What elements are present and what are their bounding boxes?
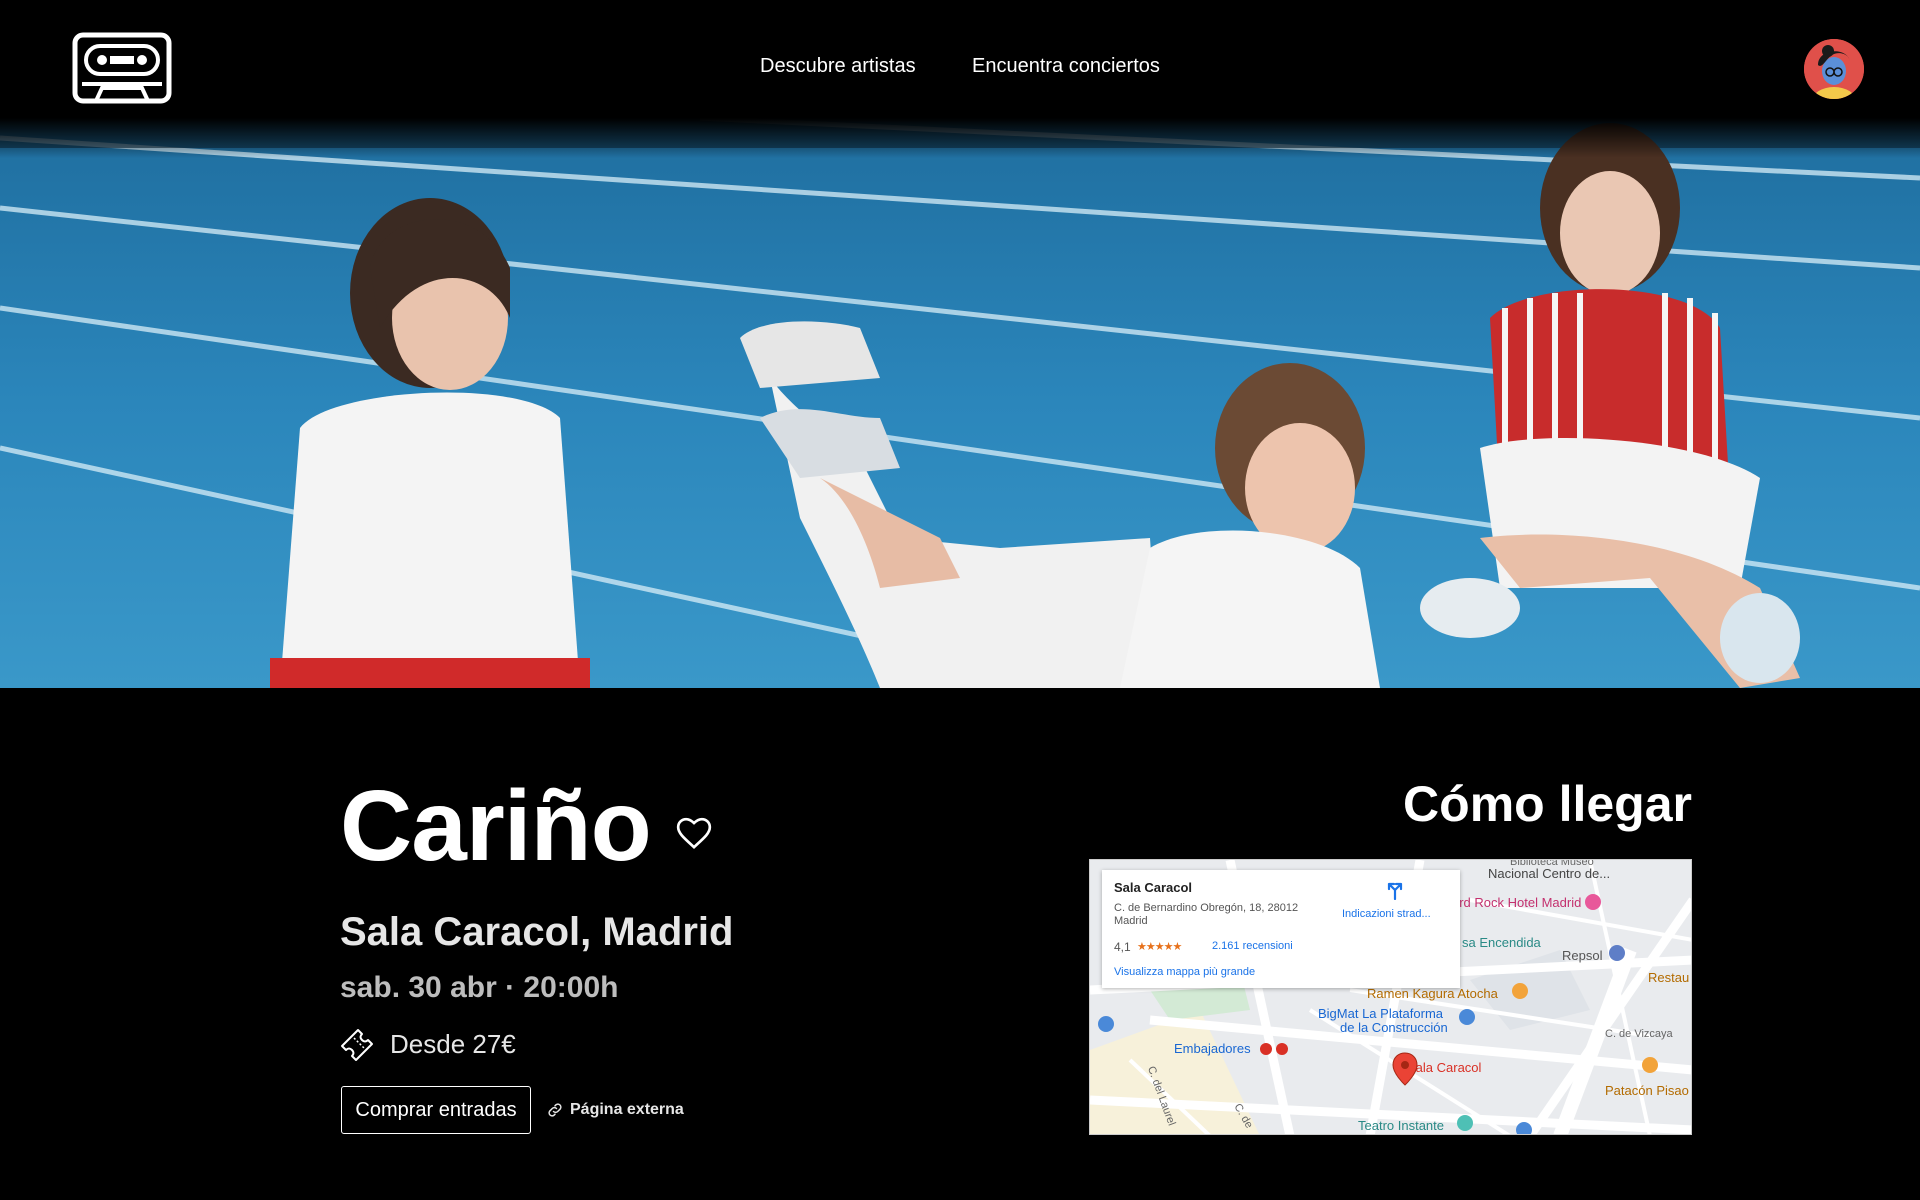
embedded-map[interactable]: Biblioteca Museo Nacional Centro de... a… xyxy=(1089,859,1692,1135)
map-label-restau: Restau xyxy=(1648,970,1690,985)
event-datetime: sab. 30 abr · 20:00h xyxy=(340,971,619,1004)
star-rating-icon: ★★★★★ xyxy=(1137,941,1182,953)
band-photo xyxy=(0,118,1920,688)
directions-icon[interactable] xyxy=(1385,880,1405,901)
map-label-sala-caracol: Sala Caracol xyxy=(1407,1060,1482,1075)
map-directions-link[interactable]: Indicazioni strad... xyxy=(1342,908,1431,920)
map-reviews-link[interactable]: 2.161 recensioni xyxy=(1212,940,1293,952)
map-label-patacon: Patacón Pisao xyxy=(1605,1083,1689,1098)
map-label-casa: sa Encendida xyxy=(1462,935,1541,950)
artist-name: Cariño xyxy=(340,770,652,882)
map-pin-icon[interactable] xyxy=(1392,1052,1418,1086)
map-label-embajadores: Embajadores xyxy=(1174,1041,1251,1056)
map-place-name: Sala Caracol xyxy=(1114,880,1193,895)
buy-tickets-button[interactable]: Comprar entradas xyxy=(341,1086,531,1134)
nav-encuentra-conciertos[interactable]: Encuentra conciertos xyxy=(972,54,1160,78)
map-section-title: Cómo llegar xyxy=(1403,776,1692,832)
map-label-ramen: Ramen Kagura Atocha xyxy=(1367,986,1498,1001)
ticket-icon xyxy=(338,1024,376,1062)
link-icon xyxy=(548,1103,562,1117)
nav-descubre-artistas[interactable]: Descubre artistas xyxy=(760,54,916,78)
map-place-card: Sala Caracol C. de Bernardino Obregón, 1… xyxy=(1102,870,1460,988)
external-page-link[interactable]: Página externa xyxy=(546,1099,684,1121)
external-page-label: Página externa xyxy=(570,1101,684,1118)
map-label-bigmat-2: de la Construcción xyxy=(1340,1020,1448,1035)
map-label-repsol: Repsol xyxy=(1562,948,1603,963)
cassette-tape-icon[interactable] xyxy=(72,32,172,104)
map-bigger-link[interactable]: Visualizza mappa più grande xyxy=(1114,966,1255,978)
map-label-vizcaya: C. de Vizcaya xyxy=(1605,1028,1673,1040)
map-label-bigmat-1: BigMat La Plataforma xyxy=(1318,1006,1444,1021)
user-avatar-icon[interactable] xyxy=(1804,39,1864,99)
map-place-rating: 4,1 xyxy=(1114,940,1131,954)
venue-name: Sala Caracol, Madrid xyxy=(340,910,734,954)
map-label-teatro: Teatro Instante xyxy=(1358,1118,1444,1133)
top-navigation-bar: Descubre artistas Encuentra conciertos xyxy=(0,0,1920,118)
hero-top-fade xyxy=(0,118,1920,158)
map-place-address: C. de Bernardino Obregón, 18, 28012 Madr… xyxy=(1114,902,1299,927)
map-label-nacional: Nacional Centro de... xyxy=(1488,866,1611,881)
ticket-price: Desde 27€ xyxy=(390,1029,516,1059)
heart-icon[interactable] xyxy=(674,813,714,853)
hero-band-photo xyxy=(0,118,1920,688)
map-label-hardrock: ard Rock Hotel Madrid xyxy=(1452,895,1582,910)
